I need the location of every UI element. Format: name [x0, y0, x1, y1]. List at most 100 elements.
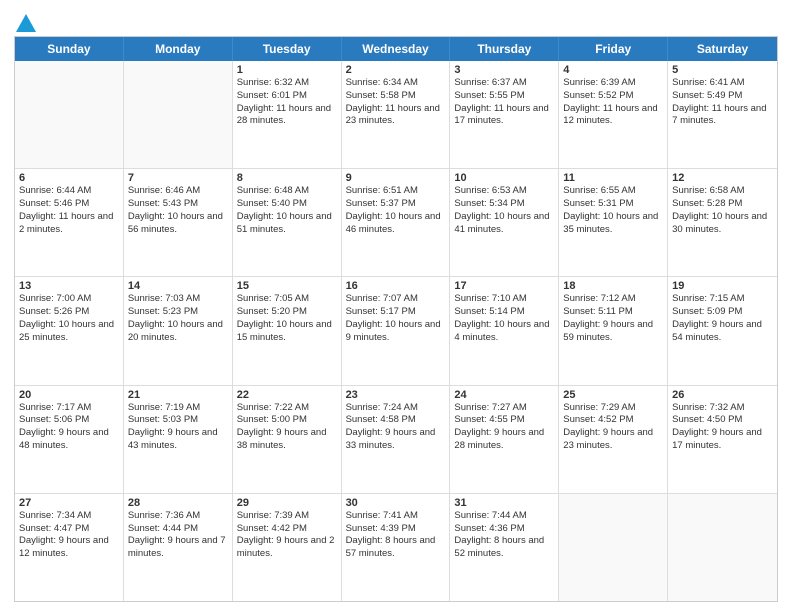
table-row: 22Sunrise: 7:22 AMSunset: 5:00 PMDayligh…	[233, 386, 342, 493]
day-info: Sunrise: 6:32 AMSunset: 6:01 PMDaylight:…	[237, 77, 337, 128]
header-wednesday: Wednesday	[342, 37, 451, 61]
day-info: Sunrise: 7:24 AMSunset: 4:58 PMDaylight:…	[346, 402, 446, 453]
header	[14, 12, 778, 28]
table-row: 10Sunrise: 6:53 AMSunset: 5:34 PMDayligh…	[450, 169, 559, 276]
table-row: 20Sunrise: 7:17 AMSunset: 5:06 PMDayligh…	[15, 386, 124, 493]
day-info: Sunrise: 7:19 AMSunset: 5:03 PMDaylight:…	[128, 402, 228, 453]
table-row: 1Sunrise: 6:32 AMSunset: 6:01 PMDaylight…	[233, 61, 342, 168]
table-row: 19Sunrise: 7:15 AMSunset: 5:09 PMDayligh…	[668, 277, 777, 384]
day-number: 4	[563, 64, 663, 76]
day-info: Sunrise: 6:55 AMSunset: 5:31 PMDaylight:…	[563, 185, 663, 236]
header-saturday: Saturday	[668, 37, 777, 61]
table-row: 30Sunrise: 7:41 AMSunset: 4:39 PMDayligh…	[342, 494, 451, 601]
day-info: Sunrise: 7:12 AMSunset: 5:11 PMDaylight:…	[563, 293, 663, 344]
header-friday: Friday	[559, 37, 668, 61]
day-info: Sunrise: 6:39 AMSunset: 5:52 PMDaylight:…	[563, 77, 663, 128]
header-monday: Monday	[124, 37, 233, 61]
day-info: Sunrise: 6:58 AMSunset: 5:28 PMDaylight:…	[672, 185, 773, 236]
day-info: Sunrise: 6:34 AMSunset: 5:58 PMDaylight:…	[346, 77, 446, 128]
day-number: 18	[563, 280, 663, 292]
week-row-4: 20Sunrise: 7:17 AMSunset: 5:06 PMDayligh…	[15, 385, 777, 493]
table-row: 24Sunrise: 7:27 AMSunset: 4:55 PMDayligh…	[450, 386, 559, 493]
logo-icon	[16, 14, 38, 32]
day-info: Sunrise: 7:39 AMSunset: 4:42 PMDaylight:…	[237, 510, 337, 561]
day-info: Sunrise: 7:44 AMSunset: 4:36 PMDaylight:…	[454, 510, 554, 561]
day-info: Sunrise: 7:41 AMSunset: 4:39 PMDaylight:…	[346, 510, 446, 561]
day-info: Sunrise: 6:53 AMSunset: 5:34 PMDaylight:…	[454, 185, 554, 236]
table-row: 21Sunrise: 7:19 AMSunset: 5:03 PMDayligh…	[124, 386, 233, 493]
day-number: 8	[237, 172, 337, 184]
day-info: Sunrise: 7:27 AMSunset: 4:55 PMDaylight:…	[454, 402, 554, 453]
day-number: 5	[672, 64, 773, 76]
table-row: 25Sunrise: 7:29 AMSunset: 4:52 PMDayligh…	[559, 386, 668, 493]
day-info: Sunrise: 7:00 AMSunset: 5:26 PMDaylight:…	[19, 293, 119, 344]
day-number: 17	[454, 280, 554, 292]
day-number: 27	[19, 497, 119, 509]
table-row: 3Sunrise: 6:37 AMSunset: 5:55 PMDaylight…	[450, 61, 559, 168]
table-row: 15Sunrise: 7:05 AMSunset: 5:20 PMDayligh…	[233, 277, 342, 384]
logo	[14, 12, 38, 28]
day-info: Sunrise: 6:37 AMSunset: 5:55 PMDaylight:…	[454, 77, 554, 128]
day-info: Sunrise: 7:34 AMSunset: 4:47 PMDaylight:…	[19, 510, 119, 561]
day-info: Sunrise: 7:29 AMSunset: 4:52 PMDaylight:…	[563, 402, 663, 453]
day-number: 31	[454, 497, 554, 509]
table-row: 23Sunrise: 7:24 AMSunset: 4:58 PMDayligh…	[342, 386, 451, 493]
day-info: Sunrise: 6:41 AMSunset: 5:49 PMDaylight:…	[672, 77, 773, 128]
day-info: Sunrise: 7:22 AMSunset: 5:00 PMDaylight:…	[237, 402, 337, 453]
day-info: Sunrise: 7:36 AMSunset: 4:44 PMDaylight:…	[128, 510, 228, 561]
table-row: 31Sunrise: 7:44 AMSunset: 4:36 PMDayligh…	[450, 494, 559, 601]
table-row: 4Sunrise: 6:39 AMSunset: 5:52 PMDaylight…	[559, 61, 668, 168]
table-row: 14Sunrise: 7:03 AMSunset: 5:23 PMDayligh…	[124, 277, 233, 384]
calendar-body: 1Sunrise: 6:32 AMSunset: 6:01 PMDaylight…	[15, 61, 777, 601]
day-info: Sunrise: 6:46 AMSunset: 5:43 PMDaylight:…	[128, 185, 228, 236]
day-info: Sunrise: 6:44 AMSunset: 5:46 PMDaylight:…	[19, 185, 119, 236]
day-number: 14	[128, 280, 228, 292]
table-row: 9Sunrise: 6:51 AMSunset: 5:37 PMDaylight…	[342, 169, 451, 276]
day-number: 26	[672, 389, 773, 401]
table-row: 29Sunrise: 7:39 AMSunset: 4:42 PMDayligh…	[233, 494, 342, 601]
table-row	[124, 61, 233, 168]
table-row: 8Sunrise: 6:48 AMSunset: 5:40 PMDaylight…	[233, 169, 342, 276]
day-number: 16	[346, 280, 446, 292]
day-number: 1	[237, 64, 337, 76]
table-row: 17Sunrise: 7:10 AMSunset: 5:14 PMDayligh…	[450, 277, 559, 384]
header-sunday: Sunday	[15, 37, 124, 61]
day-number: 3	[454, 64, 554, 76]
week-row-5: 27Sunrise: 7:34 AMSunset: 4:47 PMDayligh…	[15, 493, 777, 601]
calendar-header: Sunday Monday Tuesday Wednesday Thursday…	[15, 37, 777, 61]
day-number: 11	[563, 172, 663, 184]
day-number: 24	[454, 389, 554, 401]
day-number: 2	[346, 64, 446, 76]
day-number: 21	[128, 389, 228, 401]
week-row-1: 1Sunrise: 6:32 AMSunset: 6:01 PMDaylight…	[15, 61, 777, 168]
table-row	[559, 494, 668, 601]
day-number: 23	[346, 389, 446, 401]
table-row: 27Sunrise: 7:34 AMSunset: 4:47 PMDayligh…	[15, 494, 124, 601]
day-number: 7	[128, 172, 228, 184]
table-row: 7Sunrise: 6:46 AMSunset: 5:43 PMDaylight…	[124, 169, 233, 276]
calendar: Sunday Monday Tuesday Wednesday Thursday…	[14, 36, 778, 602]
day-number: 15	[237, 280, 337, 292]
page-container: Sunday Monday Tuesday Wednesday Thursday…	[0, 0, 792, 612]
table-row: 5Sunrise: 6:41 AMSunset: 5:49 PMDaylight…	[668, 61, 777, 168]
day-info: Sunrise: 7:15 AMSunset: 5:09 PMDaylight:…	[672, 293, 773, 344]
day-info: Sunrise: 7:17 AMSunset: 5:06 PMDaylight:…	[19, 402, 119, 453]
day-number: 13	[19, 280, 119, 292]
day-number: 9	[346, 172, 446, 184]
day-number: 12	[672, 172, 773, 184]
day-number: 22	[237, 389, 337, 401]
week-row-2: 6Sunrise: 6:44 AMSunset: 5:46 PMDaylight…	[15, 168, 777, 276]
day-info: Sunrise: 6:48 AMSunset: 5:40 PMDaylight:…	[237, 185, 337, 236]
day-number: 28	[128, 497, 228, 509]
table-row: 16Sunrise: 7:07 AMSunset: 5:17 PMDayligh…	[342, 277, 451, 384]
day-info: Sunrise: 7:03 AMSunset: 5:23 PMDaylight:…	[128, 293, 228, 344]
table-row: 11Sunrise: 6:55 AMSunset: 5:31 PMDayligh…	[559, 169, 668, 276]
day-info: Sunrise: 6:51 AMSunset: 5:37 PMDaylight:…	[346, 185, 446, 236]
header-tuesday: Tuesday	[233, 37, 342, 61]
day-number: 29	[237, 497, 337, 509]
day-number: 10	[454, 172, 554, 184]
day-number: 6	[19, 172, 119, 184]
table-row	[668, 494, 777, 601]
day-number: 20	[19, 389, 119, 401]
day-info: Sunrise: 7:10 AMSunset: 5:14 PMDaylight:…	[454, 293, 554, 344]
